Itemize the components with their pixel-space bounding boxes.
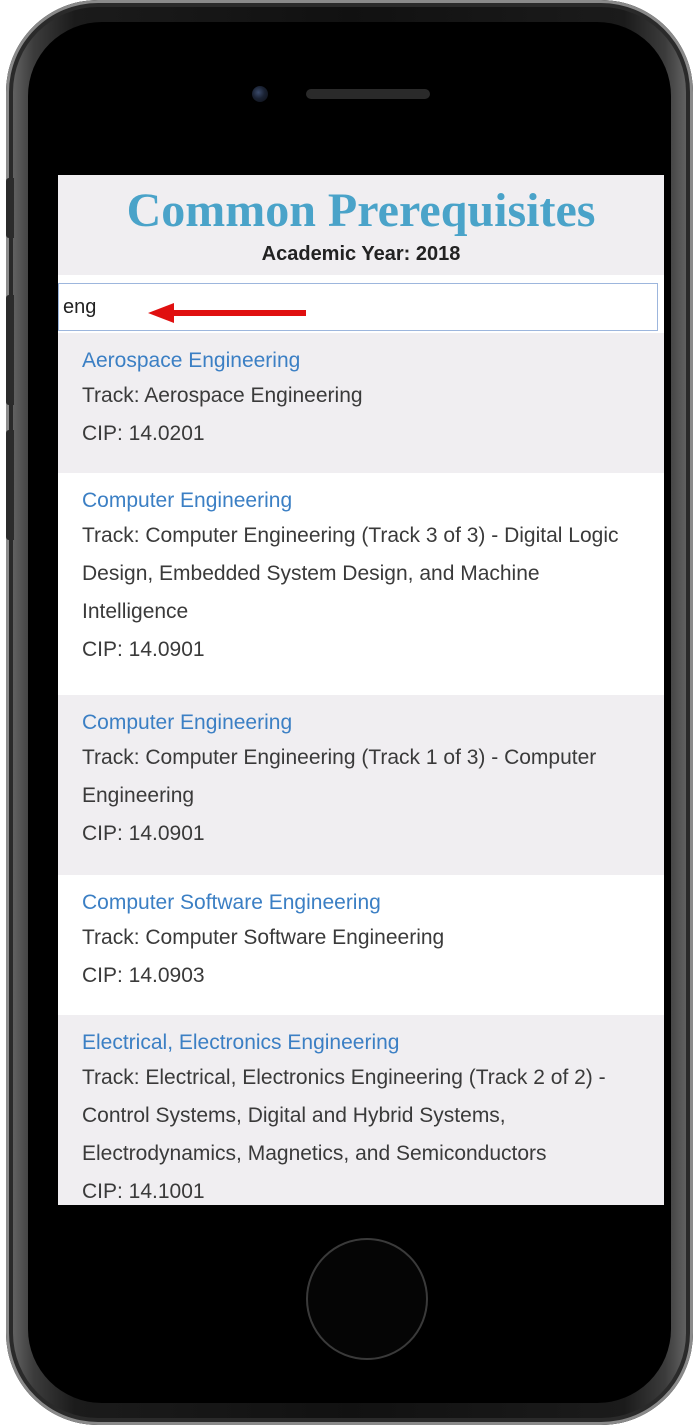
screen: Common Prerequisites Academic Year: 2018… [58, 175, 664, 1205]
result-program-link[interactable]: Computer Software Engineering [82, 887, 640, 919]
home-button[interactable] [306, 1238, 428, 1360]
volume-up-button [6, 295, 14, 405]
volume-down-button [6, 430, 14, 540]
result-program-link[interactable]: Computer Engineering [82, 707, 640, 739]
list-item[interactable]: Electrical, Electronics Engineering Trac… [58, 1015, 664, 1205]
result-cip: CIP: 14.0901 [82, 638, 205, 661]
result-track: Track: Computer Engineering (Track 3 of … [82, 524, 619, 623]
speaker-grille [306, 89, 430, 99]
page-header: Common Prerequisites Academic Year: 2018 [58, 175, 664, 275]
result-cip: CIP: 14.1001 [82, 1180, 205, 1203]
result-track: Track: Computer Engineering (Track 1 of … [82, 746, 597, 807]
result-program-link[interactable]: Electrical, Electronics Engineering [82, 1027, 640, 1059]
result-cip: CIP: 14.0201 [82, 422, 205, 445]
result-program-link[interactable]: Computer Engineering [82, 485, 640, 517]
results-list: Aerospace Engineering Track: Aerospace E… [58, 333, 664, 1205]
academic-year: Academic Year: 2018 [261, 243, 461, 265]
list-item[interactable]: Computer Engineering Track: Computer Eng… [58, 473, 664, 695]
arrow-annotation [148, 303, 306, 323]
list-item[interactable]: Computer Software Engineering Track: Com… [58, 875, 664, 1015]
result-track: Track: Computer Software Engineering [82, 926, 445, 949]
result-cip: CIP: 14.0903 [82, 964, 205, 987]
list-item[interactable]: Aerospace Engineering Track: Aerospace E… [58, 333, 664, 473]
page-title: Common Prerequisites [126, 184, 596, 237]
result-cip: CIP: 14.0901 [82, 822, 205, 845]
result-track: Track: Aerospace Engineering [82, 384, 363, 407]
result-track: Track: Electrical, Electronics Engineeri… [82, 1066, 606, 1165]
mute-switch [6, 178, 14, 238]
list-item[interactable]: Computer Engineering Track: Computer Eng… [58, 695, 664, 875]
camera-icon [252, 86, 268, 102]
result-program-link[interactable]: Aerospace Engineering [82, 345, 640, 377]
